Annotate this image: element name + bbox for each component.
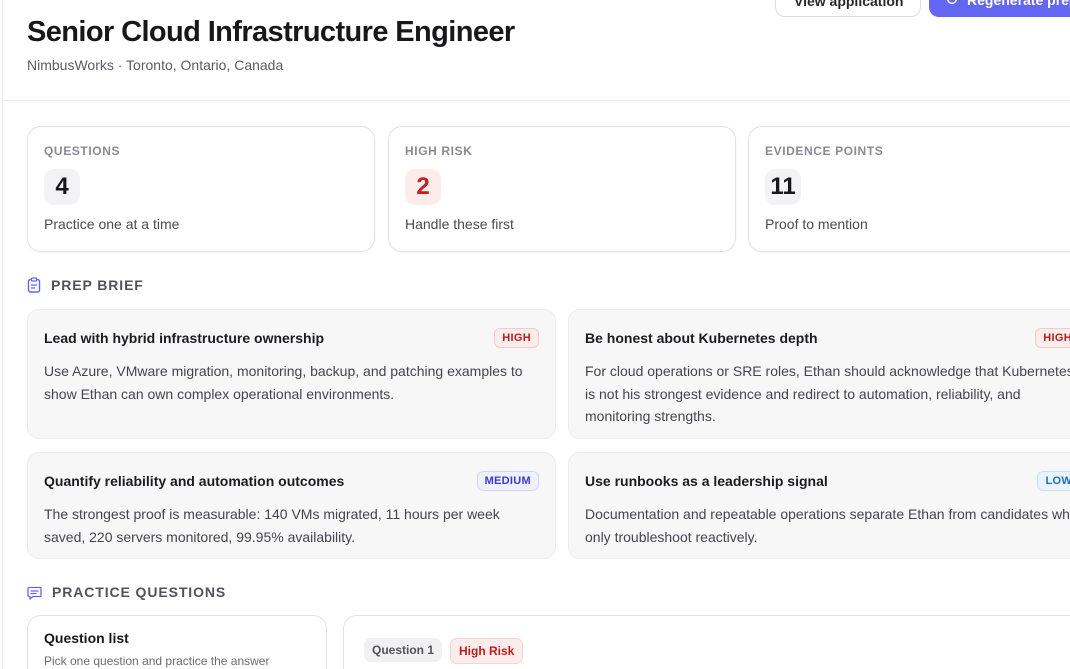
regenerate-label: Regenerate prep: [967, 0, 1070, 8]
brief-card-body: The strongest proof is measurable: 140 V…: [44, 506, 500, 545]
stat-evidence-points: EVIDENCE POINTS 11 Proof to mention: [748, 126, 1070, 252]
practice-questions-title: PRACTICE QUESTIONS: [52, 584, 227, 600]
stat-value: 11: [765, 169, 801, 205]
brief-card: Lead with hybrid infrastructure ownershi…: [27, 309, 556, 439]
priority-badge: MEDIUM: [476, 471, 539, 491]
stat-value: 4: [44, 169, 80, 205]
brief-card: Use runbooks as a leadership signal LOW D…: [568, 452, 1070, 559]
question-list: Question list Pick one question and prac…: [27, 615, 327, 669]
stat-hint: Practice one at a time: [44, 216, 180, 232]
priority-badge: HIGH: [1035, 328, 1070, 348]
message-icon: [27, 586, 42, 600]
brief-card-title: Use runbooks as a leadership signal: [585, 473, 828, 489]
practice-questions-heading: PRACTICE QUESTIONS: [27, 584, 226, 600]
question-number-pill: Question 1: [364, 638, 443, 662]
brief-card: Be honest about Kubernetes depth HIGH For…: [568, 309, 1070, 439]
brief-card: Quantify reliability and automation outc…: [27, 452, 556, 559]
regenerate-prep-button[interactable]: Regenerate prep: [929, 0, 1070, 17]
priority-badge: HIGH: [494, 328, 539, 348]
brief-card-title: Lead with hybrid infrastructure ownershi…: [44, 330, 325, 346]
stat-hint: Handle these first: [405, 216, 514, 232]
question-list-title: Question list: [44, 630, 129, 646]
brief-card-body: For cloud operations or SRE roles, Ethan…: [585, 363, 1070, 424]
prep-brief-heading: PREP BRIEF: [27, 277, 144, 293]
question-risk-pill: High Risk: [450, 638, 524, 664]
brief-card-body: Documentation and repeatable operations …: [585, 506, 1070, 545]
stat-hint: Proof to mention: [765, 216, 868, 232]
question-list-hint: Pick one question and practice the answe…: [44, 654, 270, 668]
stat-value: 2: [405, 169, 441, 205]
stat-label: HIGH RISK: [405, 144, 473, 158]
stat-high-risk: HIGH RISK 2 Handle these first: [388, 126, 736, 252]
page-title: Senior Cloud Infrastructure Engineer: [27, 16, 515, 48]
brief-card-title: Be honest about Kubernetes depth: [585, 330, 818, 346]
question-detail-panel: Question 1 High Risk: [343, 615, 1070, 669]
job-subtitle: NimbusWorks · Toronto, Ontario, Canada: [27, 57, 284, 73]
stat-questions: QUESTIONS 4 Practice one at a time: [27, 126, 375, 252]
prep-brief-title: PREP BRIEF: [51, 277, 144, 293]
refresh-icon: [947, 0, 957, 5]
view-application-button[interactable]: View application: [775, 0, 921, 17]
header-divider: [3, 100, 1070, 101]
brief-card-title: Quantify reliability and automation outc…: [44, 473, 345, 489]
brief-card-body: Use Azure, VMware migration, monitoring,…: [44, 363, 523, 402]
page-header: Senior Cloud Infrastructure Engineer Nim…: [27, 14, 515, 73]
stat-label: QUESTIONS: [44, 144, 121, 158]
clipboard-icon: [27, 277, 41, 293]
priority-badge: LOW: [1037, 471, 1070, 491]
stat-label: EVIDENCE POINTS: [765, 144, 884, 158]
